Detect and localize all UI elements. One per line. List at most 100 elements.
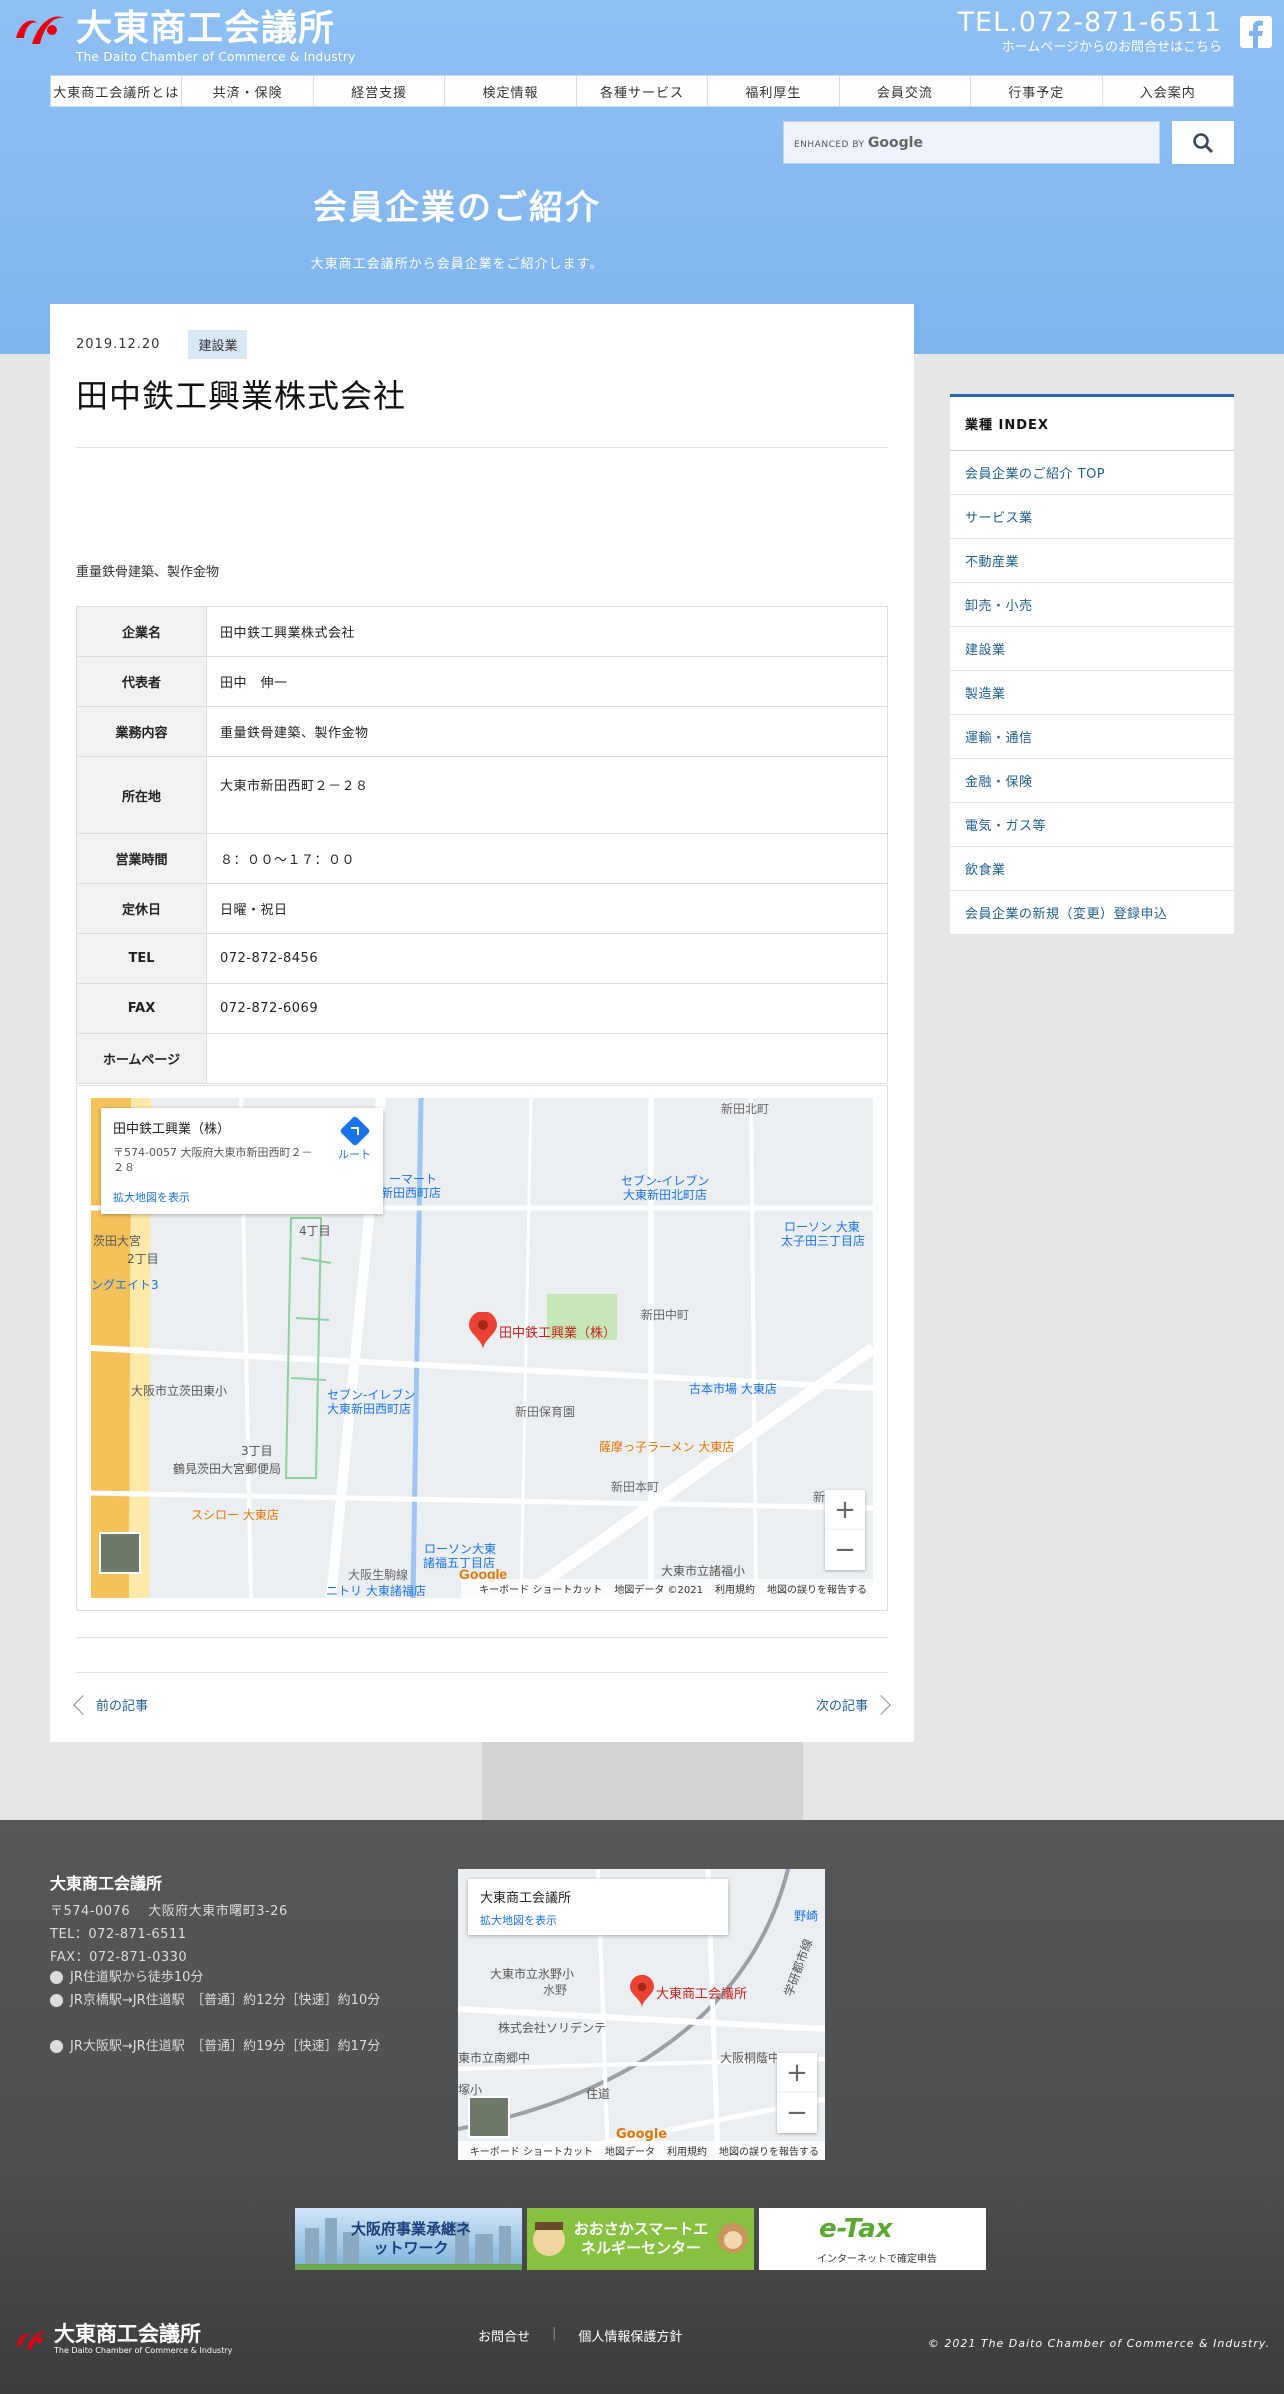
- footer-tel: TEL：072-871-6511: [50, 1927, 187, 1942]
- footer-link-separator: |: [552, 2326, 557, 2341]
- map-pin[interactable]: [469, 1311, 497, 1354]
- banner-etax[interactable]: e-Tax インターネットで確定申告: [759, 2208, 986, 2270]
- map-terms-link[interactable]: 利用規約: [715, 1585, 755, 1596]
- next-article-link[interactable]: 次の記事: [816, 1694, 891, 1715]
- footer-logo[interactable]: 大東商工会議所 The Daito Chamber of Commerce & …: [14, 2322, 232, 2356]
- chevron-right-icon: [871, 1694, 891, 1715]
- map-label: 太子田三丁目店: [781, 1234, 866, 1248]
- spacer-block: [482, 1742, 803, 1820]
- row-value[interactable]: [206, 1033, 888, 1084]
- facebook-icon[interactable]: [1240, 16, 1272, 48]
- map-label: 3丁目: [241, 1444, 273, 1458]
- search-brand: ENHANCED BY Google: [794, 134, 923, 151]
- footer-address: 〒574-0076 大阪府大東市曙町3-26: [50, 1904, 288, 1919]
- footer-banners: 大阪府事業承継ネットワーク おおさかスマートエネルギーセンター e-Tax イン…: [295, 2208, 991, 2270]
- site-name-en: The Daito Chamber of Commerce & Industry: [76, 50, 356, 64]
- sidebar-item-retail[interactable]: 卸売・小売: [950, 583, 1234, 627]
- sidebar-item-construction[interactable]: 建設業: [950, 627, 1234, 671]
- map-label: 大阪桐蔭中: [720, 2051, 781, 2065]
- nav-item-exchange[interactable]: 会員交流: [840, 76, 972, 106]
- map-attribution: キーボード ショートカット 地図データ ©2021 利用規約 地図の誤りを報告する: [461, 1579, 873, 1598]
- header-contact[interactable]: TEL.072-871-6511 ホームページからのお問合せはこちら: [958, 6, 1222, 56]
- map-route-button[interactable]: ルート: [338, 1115, 371, 1162]
- search-input[interactable]: ENHANCED BY Google: [783, 121, 1160, 164]
- sidebar-item-finance[interactable]: 金融・保険: [950, 759, 1234, 803]
- map-label: 新田保育園: [515, 1405, 576, 1419]
- banner-smart-energy[interactable]: おおさかスマートエネルギーセンター: [527, 2208, 754, 2270]
- nav-item-services[interactable]: 各種サービス: [577, 76, 709, 106]
- map-shortcuts-link[interactable]: キーボード ショートカット: [479, 1585, 602, 1596]
- header-contact-note: ホームページからのお問合せはこちら: [1001, 40, 1222, 55]
- map-label: 古本市場 大東店: [689, 1382, 777, 1396]
- map-card-address: 〒574-0057 大阪府大東市新田西町２－２８: [113, 1146, 313, 1174]
- nav-item-support[interactable]: 経営支援: [314, 76, 446, 106]
- google-logo: Google: [616, 2127, 668, 2142]
- sidebar-item-transport[interactable]: 運輸・通信: [950, 715, 1234, 759]
- table-row: 代表者 田中 伸一: [76, 656, 888, 707]
- sidebar-item-utilities[interactable]: 電気・ガス等: [950, 803, 1234, 847]
- category-badge[interactable]: 建設業: [188, 330, 248, 359]
- row-label: 営業時間: [76, 833, 207, 884]
- footer-map-satellite-toggle[interactable]: [468, 2096, 510, 2138]
- site-name: 大東商工会議所: [76, 8, 336, 49]
- footer-map-enlarge-link[interactable]: 拡大地図を表示: [480, 1912, 716, 1928]
- company-map[interactable]: 新田北町 セブン-イレブン 大東新田北町店 ローソン 大東 太子田三丁目店 新田…: [91, 1098, 873, 1598]
- map-container: 新田北町 セブン-イレブン 大東新田北町店 ローソン 大東 太子田三丁目店 新田…: [76, 1085, 888, 1611]
- banner-succession-network[interactable]: 大阪府事業承継ネットワーク: [295, 2208, 522, 2270]
- footer-map-pin[interactable]: [630, 1974, 654, 2013]
- footer-zoom-out-button[interactable]: −: [777, 2093, 817, 2133]
- map-data-text: 地図データ: [605, 2147, 655, 2158]
- prev-article-link[interactable]: 前の記事: [73, 1694, 148, 1715]
- site-logo[interactable]: 大東商工会議所 The Daito Chamber of Commerce & …: [12, 8, 356, 64]
- table-row: 営業時間 ８：００～１７：００: [76, 833, 888, 884]
- map-label: 東市立南郷中: [458, 2051, 531, 2065]
- header-tel: TEL.072-871-6511: [957, 7, 1222, 38]
- map-label: 新田中町: [641, 1308, 690, 1322]
- row-label: 所在地: [76, 756, 207, 834]
- banner-label: おおさかスマートエネルギーセンター: [573, 2220, 709, 2257]
- zoom-out-button[interactable]: −: [825, 1530, 865, 1570]
- row-label: 企業名: [76, 606, 207, 657]
- article-card: 2019.12.20 建設業 田中鉄工興業株式会社 重量鉄骨建築、製作金物 企業…: [50, 304, 914, 1742]
- nav-item-insurance[interactable]: 共済・保険: [182, 76, 314, 106]
- nav-item-about[interactable]: 大東商工会議所とは: [51, 76, 183, 106]
- nav-item-events[interactable]: 行事予定: [971, 76, 1103, 106]
- map-satellite-toggle[interactable]: [99, 1532, 141, 1574]
- map-label: 薩摩っ子ラーメン 大東店: [599, 1440, 735, 1454]
- footer-fax: FAX：072-871-0330: [50, 1950, 188, 1965]
- footer-link-privacy[interactable]: 個人情報保護方針: [578, 2326, 682, 2345]
- table-row: 定休日 日曜・祝日: [76, 883, 888, 934]
- sidebar-item-service[interactable]: サービス業: [950, 495, 1234, 539]
- footer-map[interactable]: 大東市立氷野小 水野 株式会社ソリデンテ 大阪桐蔭中 東市立南郷中 住道 塚小 …: [458, 1869, 825, 2160]
- global-nav: 大東商工会議所とは 共済・保険 経営支援 検定情報 各種サービス 福利厚生 会員…: [50, 75, 1234, 107]
- map-shortcuts-link[interactable]: キーボード ショートカット: [470, 2147, 593, 2158]
- map-report-link[interactable]: 地図の誤りを報告する: [719, 2147, 819, 2158]
- map-info-card: 田中鉄工興業（株） 〒574-0057 大阪府大東市新田西町２－２８ 拡大地図を…: [101, 1108, 383, 1214]
- sidebar-item-food[interactable]: 飲食業: [950, 847, 1234, 891]
- sidebar-item-manufacturing[interactable]: 製造業: [950, 671, 1234, 715]
- sidebar-item-top[interactable]: 会員企業のご紹介 TOP: [950, 451, 1234, 495]
- footer-link-contact[interactable]: お問合せ: [478, 2326, 530, 2345]
- sidebar-item-register[interactable]: 会員企業の新規（変更）登録申込: [950, 891, 1234, 935]
- row-label: TEL: [76, 933, 207, 984]
- nav-item-exams[interactable]: 検定情報: [445, 76, 577, 106]
- chevron-left-icon: [73, 1694, 93, 1715]
- map-pin-icon: [630, 1974, 654, 2009]
- nav-item-welfare[interactable]: 福利厚生: [708, 76, 840, 106]
- nav-item-join[interactable]: 入会案内: [1103, 76, 1233, 106]
- route-label: ルート: [338, 1148, 371, 1161]
- row-label: 定休日: [76, 883, 207, 934]
- footer-zoom-in-button[interactable]: +: [777, 2053, 817, 2093]
- row-label: FAX: [76, 983, 207, 1034]
- footer-map-card: 大東商工会議所 拡大地図を表示: [468, 1879, 728, 1935]
- search-button[interactable]: [1172, 121, 1234, 164]
- table-row: 所在地 大東市新田西町２－２８: [76, 756, 888, 834]
- map-terms-link[interactable]: 利用規約: [667, 2147, 707, 2158]
- divider: [76, 1637, 888, 1638]
- zoom-in-button[interactable]: +: [825, 1490, 865, 1530]
- map-report-link[interactable]: 地図の誤りを報告する: [767, 1585, 867, 1596]
- footer-access-item: JR京橋駅→JR住道駅 ［普通］約12分［快速］約10分: [50, 1989, 430, 2012]
- divider: [76, 1672, 888, 1673]
- map-enlarge-link[interactable]: 拡大地図を表示: [113, 1189, 371, 1205]
- sidebar-item-realestate[interactable]: 不動産業: [950, 539, 1234, 583]
